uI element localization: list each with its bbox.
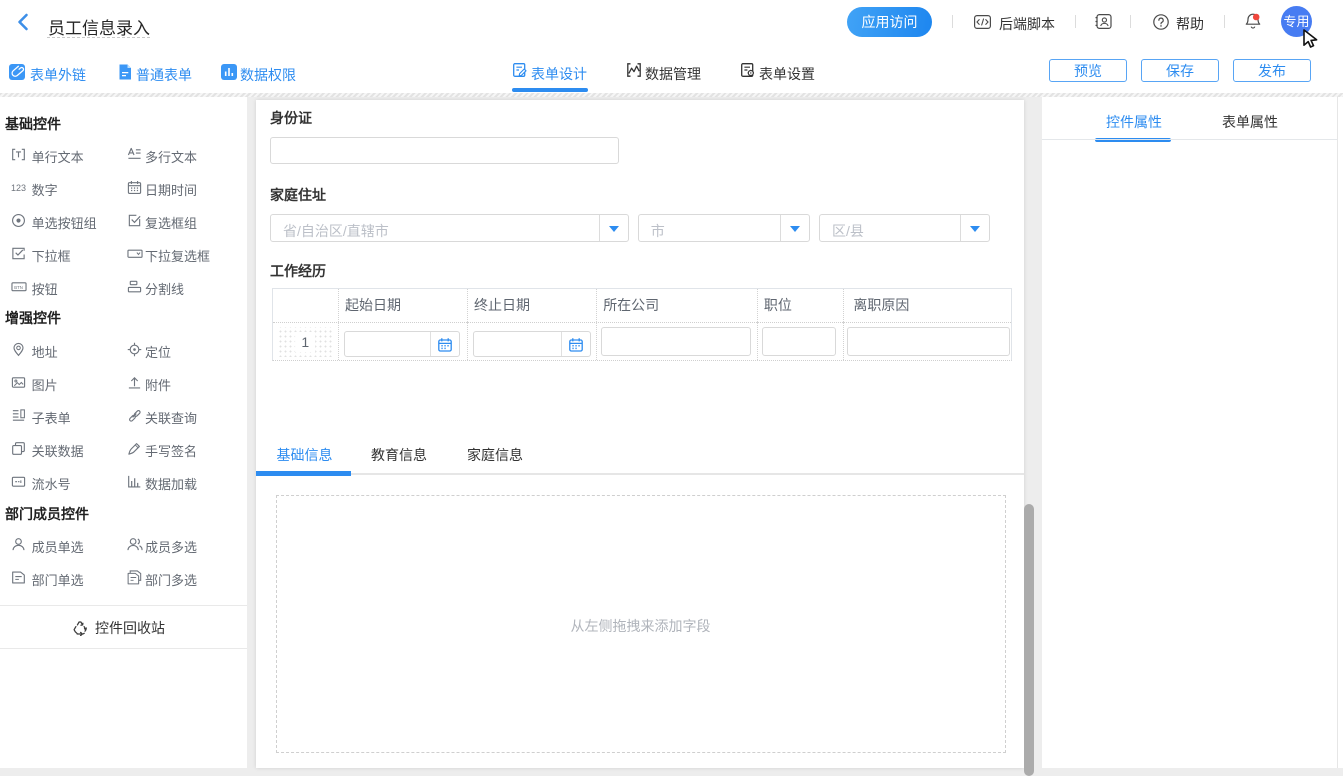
svg-text:BTN: BTN [14, 285, 23, 290]
svg-text:123: 123 [11, 183, 26, 193]
